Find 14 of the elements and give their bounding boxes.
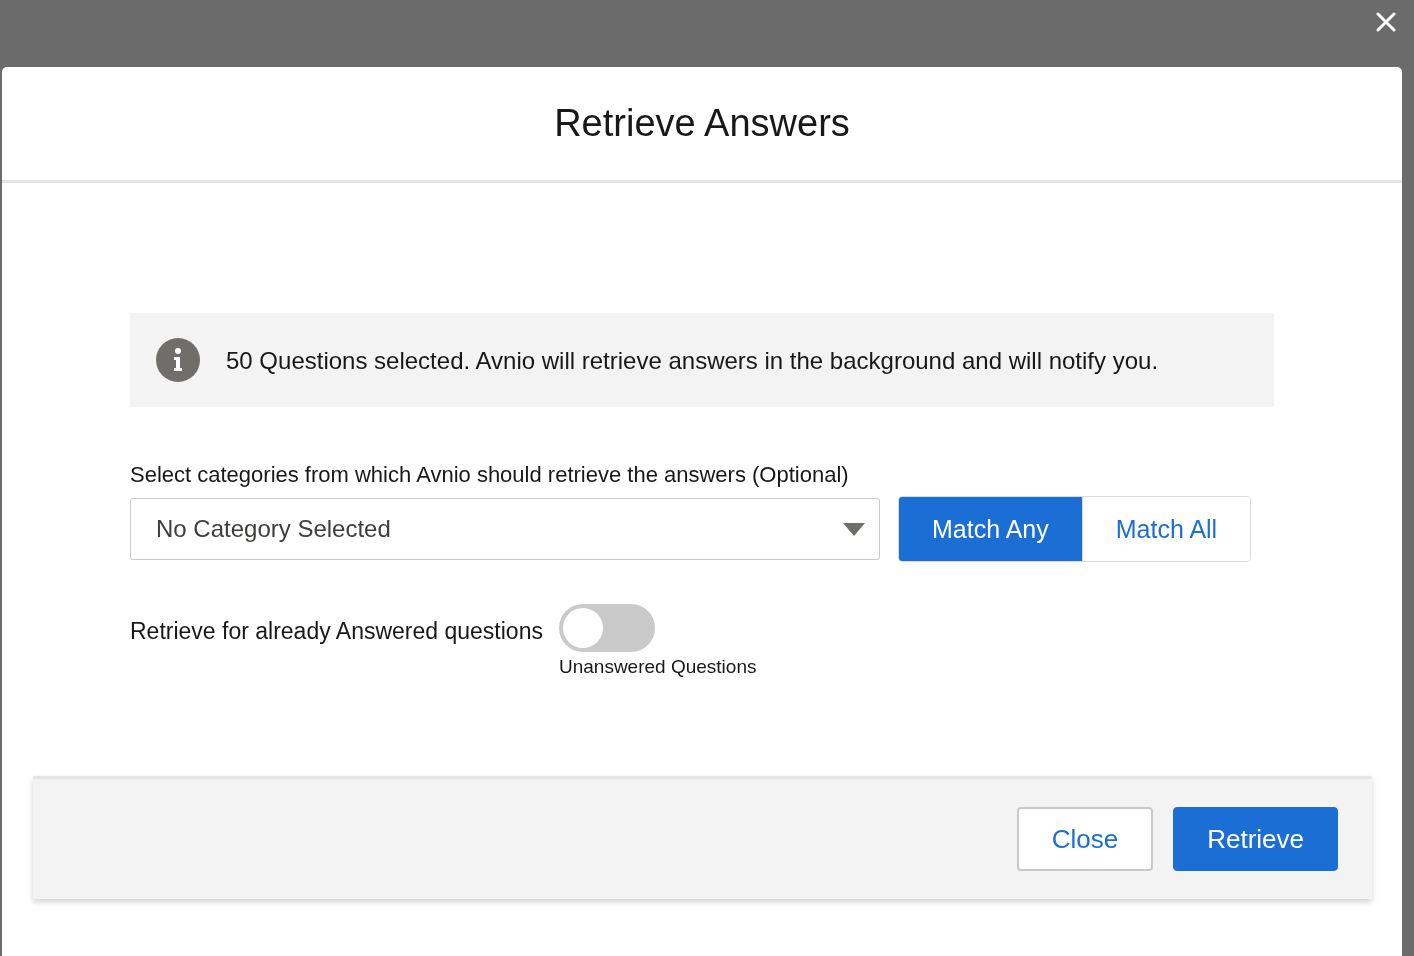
close-dialog-button[interactable]: Close xyxy=(1016,807,1154,871)
match-option-button[interactable]: Match Any xyxy=(899,497,1082,561)
info-message: 50 Questions selected. Avnio will retrieve answers in the background and will notify you. xyxy=(226,345,1159,376)
toggle-caption: Unanswered Questions xyxy=(558,656,757,678)
answered-toggle-switch[interactable] xyxy=(558,604,655,652)
category-select[interactable]: No Category Selected xyxy=(130,498,880,560)
close-icon xyxy=(1376,12,1396,32)
retrieve-button[interactable]: Retrieve xyxy=(1173,807,1338,871)
info-icon xyxy=(156,338,200,382)
modal-title: Retrieve Answers xyxy=(554,102,850,145)
caret-down-icon xyxy=(843,522,865,536)
toggle-label: Retrieve for already Answered questions xyxy=(130,618,543,645)
match-option-button[interactable]: Match All xyxy=(1081,497,1251,561)
categories-label: Select categories from which Avnio should retrieve the answers (Optional) xyxy=(130,462,850,488)
